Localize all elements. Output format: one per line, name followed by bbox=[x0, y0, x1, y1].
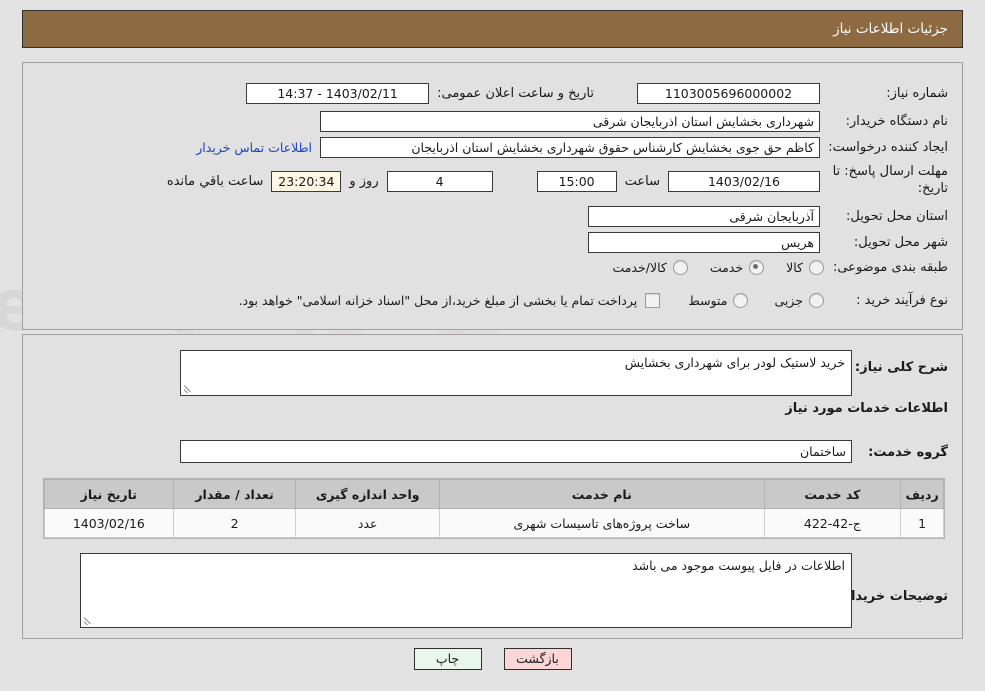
treasury-note-checkbox[interactable] bbox=[645, 293, 661, 308]
deadline-days-label: روز و bbox=[349, 174, 379, 189]
classification-option-khedmat[interactable]: خدمت bbox=[709, 260, 765, 275]
deadline-countdown-label: ساعت باقي مانده bbox=[166, 174, 264, 189]
radio-jozii-icon[interactable] bbox=[809, 293, 824, 308]
purchase-process-option-jozii[interactable]: جزیی bbox=[774, 293, 824, 308]
col-row-no: ردیف bbox=[900, 479, 944, 509]
deadline-countdown-value: 23:20:34 bbox=[271, 171, 342, 192]
col-service-name: نام خدمت bbox=[439, 479, 765, 509]
print-button[interactable]: چاپ bbox=[413, 648, 482, 670]
resize-grip-icon[interactable] bbox=[184, 383, 194, 393]
request-creator-label: ایجاد کننده درخواست: bbox=[828, 140, 948, 155]
classification-option-kala-khedmat-label: کالا/خدمت bbox=[612, 260, 667, 275]
city-row: شهر محل تحویل: هریس bbox=[588, 232, 948, 253]
needs-table-wrapper: ردیف کد خدمت نام خدمت واحد اندازه گیری ت… bbox=[43, 478, 945, 539]
radio-khedmat-icon[interactable] bbox=[749, 260, 765, 275]
need-number-value: 1103005696000002 bbox=[637, 83, 820, 104]
purchase-process-option-jozii-label: جزیی bbox=[774, 293, 803, 308]
cell-need-date: 1403/02/16 bbox=[44, 508, 174, 538]
col-service-code: کد خدمت bbox=[763, 479, 902, 509]
request-creator-row: ایجاد کننده درخواست: کاظم حق جوی بخشایش … bbox=[196, 137, 948, 158]
need-detail-panel: شرح کلی نیاز: خرید لاستیک لودر برای شهرد… bbox=[22, 334, 963, 639]
cell-quantity: 2 bbox=[172, 508, 297, 538]
province-label: استان محل تحویل: bbox=[846, 209, 948, 224]
classification-option-kala-khedmat[interactable]: کالا/خدمت bbox=[612, 260, 688, 275]
classification-option-khedmat-label: خدمت bbox=[709, 260, 744, 275]
table-row: 1 ج-42-422 ساخت پروژه‌های تاسیسات شهری ع… bbox=[44, 508, 944, 538]
classification-row: طبقه بندی موضوعی: کالا خدمت کالا/خدمت bbox=[612, 260, 948, 275]
buyer-comments-value: اطلاعات در فایل پیوست موجود می باشد bbox=[632, 558, 845, 573]
purchase-process-option-motevaset[interactable]: متوسط bbox=[688, 293, 749, 308]
cell-unit: عدد bbox=[295, 508, 440, 538]
classification-label: طبقه بندی موضوعی: bbox=[832, 260, 948, 275]
deadline-fields-row: 1403/02/16 ساعت 15:00 4 روز و 23:20:34 س… bbox=[167, 171, 820, 192]
footer-button-bar: بازگشت چاپ bbox=[0, 648, 985, 670]
province-value: آذربایجان شرقی bbox=[588, 206, 820, 227]
radio-kala-icon[interactable] bbox=[809, 260, 824, 275]
purchase-process-row: نوع فرآیند خرید : جزیی متوسط پرداخت تمام… bbox=[239, 293, 948, 308]
general-desc-value: خرید لاستیک لودر برای شهرداری بخشایش bbox=[624, 355, 845, 370]
resize-grip-icon[interactable] bbox=[84, 615, 94, 625]
request-creator-value: کاظم حق جوی بخشایش کارشناس حقوق شهرداری … bbox=[320, 137, 820, 158]
radio-kala-khedmat-icon[interactable] bbox=[672, 260, 688, 275]
buyer-org-row: نام دستگاه خریدار: شهرداری بخشایش استان … bbox=[320, 111, 948, 132]
treasury-note-text: پرداخت تمام یا بخشی از مبلغ خرید،از محل … bbox=[238, 293, 638, 308]
deadline-date-value: 1403/02/16 bbox=[668, 171, 820, 192]
cell-service-code: ج-42-422 bbox=[763, 508, 902, 538]
public-announce-value: 1403/02/11 - 14:37 bbox=[246, 83, 430, 104]
col-need-date: تاریخ نیاز bbox=[44, 479, 174, 509]
deadline-days-value: 4 bbox=[386, 171, 493, 192]
cell-row-no: 1 bbox=[900, 508, 944, 538]
needs-table: ردیف کد خدمت نام خدمت واحد اندازه گیری ت… bbox=[44, 479, 944, 538]
need-number-row: شماره نیاز: 1103005696000002 bbox=[637, 83, 948, 104]
page-title: جزئیات اطلاعات نیاز bbox=[833, 21, 948, 37]
col-quantity: تعداد / مقدار bbox=[172, 479, 297, 509]
buyer-comments-label: توضیحات خریدار: bbox=[838, 589, 948, 604]
buyer-contact-link[interactable]: اطلاعات تماس خریدار bbox=[196, 140, 312, 155]
classification-option-kala[interactable]: کالا bbox=[786, 260, 824, 275]
buyer-comments-textarea[interactable]: اطلاعات در فایل پیوست موجود می باشد bbox=[80, 553, 852, 628]
table-header-row: ردیف کد خدمت نام خدمت واحد اندازه گیری ت… bbox=[44, 479, 944, 509]
service-group-label: گروه خدمت: bbox=[868, 445, 948, 460]
service-group-value[interactable]: ساختمان bbox=[180, 440, 852, 463]
classification-option-kala-label: کالا bbox=[786, 260, 803, 275]
page-header-bar: جزئیات اطلاعات نیاز bbox=[22, 10, 963, 48]
general-desc-label: شرح کلی نیاز: bbox=[854, 360, 948, 375]
return-button[interactable]: بازگشت bbox=[503, 648, 572, 670]
col-unit: واحد اندازه گیری bbox=[295, 479, 440, 509]
city-value: هریس bbox=[588, 232, 820, 253]
purchase-process-label: نوع فرآیند خرید : bbox=[856, 293, 948, 308]
deadline-time-value: 15:00 bbox=[536, 171, 617, 192]
public-announce-row: تاریخ و ساعت اعلان عمومی: 1403/02/11 - 1… bbox=[246, 83, 594, 104]
deadline-label-block: مهلت ارسال پاسخ: تا تاریخ: bbox=[828, 163, 948, 197]
province-row: استان محل تحویل: آذربایجان شرقی bbox=[588, 206, 948, 227]
public-announce-label: تاریخ و ساعت اعلان عمومی: bbox=[437, 86, 594, 101]
need-summary-panel: شماره نیاز: 1103005696000002 تاریخ و ساع… bbox=[22, 62, 963, 330]
buyer-org-label: نام دستگاه خریدار: bbox=[845, 114, 948, 129]
buyer-org-value: شهرداری بخشایش استان اذربایجان شرقی bbox=[320, 111, 820, 132]
deadline-label-line1: مهلت ارسال پاسخ: تا bbox=[832, 164, 948, 179]
cell-service-name: ساخت پروژه‌های تاسیسات شهری bbox=[439, 508, 765, 538]
deadline-time-label: ساعت bbox=[624, 174, 660, 189]
services-section-title: اطلاعات خدمات مورد نیاز bbox=[785, 401, 948, 416]
general-desc-textarea[interactable]: خرید لاستیک لودر برای شهرداری بخشایش bbox=[180, 350, 852, 396]
need-number-label: شماره نیاز: bbox=[886, 86, 948, 101]
radio-motevaset-icon[interactable] bbox=[733, 293, 749, 308]
deadline-label-line2: تاریخ: bbox=[917, 181, 948, 196]
purchase-process-option-motevaset-label: متوسط bbox=[688, 293, 728, 308]
city-label: شهر محل تحویل: bbox=[853, 235, 948, 250]
